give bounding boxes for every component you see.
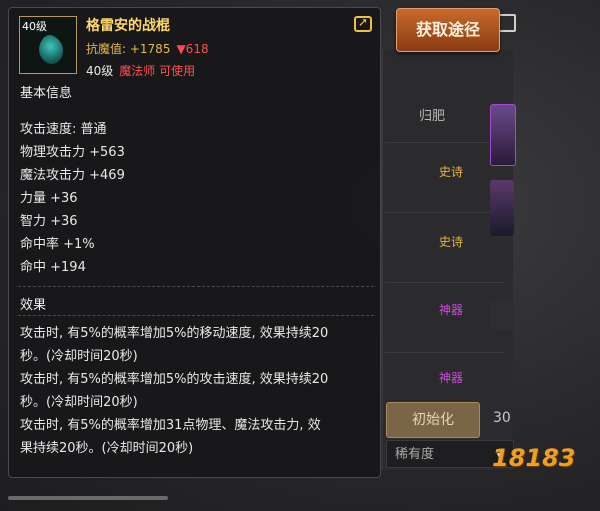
rarity-tag: 神器: [438, 303, 463, 317]
rarity-tag: 神器: [438, 371, 463, 385]
share-icon[interactable]: [354, 15, 372, 32]
required-class: 魔法师 可使用: [119, 64, 196, 78]
stat-line: 命中率 +1%: [20, 237, 95, 252]
effect-line: 秒。(冷却时间20秒): [20, 349, 138, 364]
refine-button[interactable]: 初始化: [386, 402, 480, 438]
effect-line: 攻击时, 有5%的概率增加31点物理、魔法攻击力, 效: [20, 418, 321, 433]
stat-line: 命中 +194: [20, 260, 86, 275]
divider: [18, 286, 374, 288]
resist-label: 抗魔值: +1785: [86, 42, 171, 56]
rarity-tag: 史诗: [438, 235, 463, 249]
item-thumbnail[interactable]: [490, 104, 516, 166]
weapon-icon: [32, 31, 70, 69]
site-logo: 18183: [492, 444, 576, 472]
window-icon[interactable]: [498, 14, 516, 32]
stat-line: 物理攻击力 +563: [20, 145, 125, 160]
select-value: 稀有度: [395, 447, 435, 462]
effect-line: 攻击时, 有5%的概率增加5%的移动速度, 效果持续20: [20, 326, 329, 341]
stat-line: 攻击速度: 普通: [20, 122, 107, 137]
item-thumbnail[interactable]: [490, 180, 514, 236]
acquire-route-button[interactable]: 获取途径: [396, 8, 500, 52]
item-name: 格雷安的战棍: [86, 18, 170, 34]
resist-down: ▼618: [176, 42, 209, 56]
section-title-effects: 效果: [20, 298, 47, 313]
effect-line: 果持续20秒。(冷却时间20秒): [20, 441, 194, 456]
tab-label[interactable]: 归肥: [392, 100, 472, 134]
list-item[interactable]: 神器: [385, 352, 505, 405]
resist-value: 抗魔值: +1785 ▼618: [86, 40, 209, 57]
section-title-basic: 基本信息: [20, 86, 73, 101]
level-badge: 40级: [22, 20, 47, 33]
stat-line: 魔法攻击力 +469: [20, 168, 125, 183]
effect-line: 秒。(冷却时间20秒): [20, 395, 138, 410]
rarity-tag: 史诗: [438, 165, 463, 179]
list-item[interactable]: 史诗: [385, 212, 505, 265]
stat-line: 智力 +36: [20, 214, 78, 229]
item-thumbnail[interactable]: [490, 300, 514, 330]
stat-line: 力量 +36: [20, 191, 78, 206]
list-item[interactable]: 神器: [385, 282, 505, 335]
effect-line: 攻击时, 有5%的概率增加5%的攻击速度, 效果持续20: [20, 372, 329, 387]
requirement: 40级 魔法师 可使用: [86, 62, 195, 79]
item-icon: 40级: [19, 16, 77, 74]
count-label: 30: [493, 410, 511, 426]
list-item[interactable]: 史诗: [385, 142, 505, 195]
required-level: 40级: [86, 64, 114, 78]
scrollbar[interactable]: [8, 496, 168, 500]
divider: [18, 315, 374, 317]
